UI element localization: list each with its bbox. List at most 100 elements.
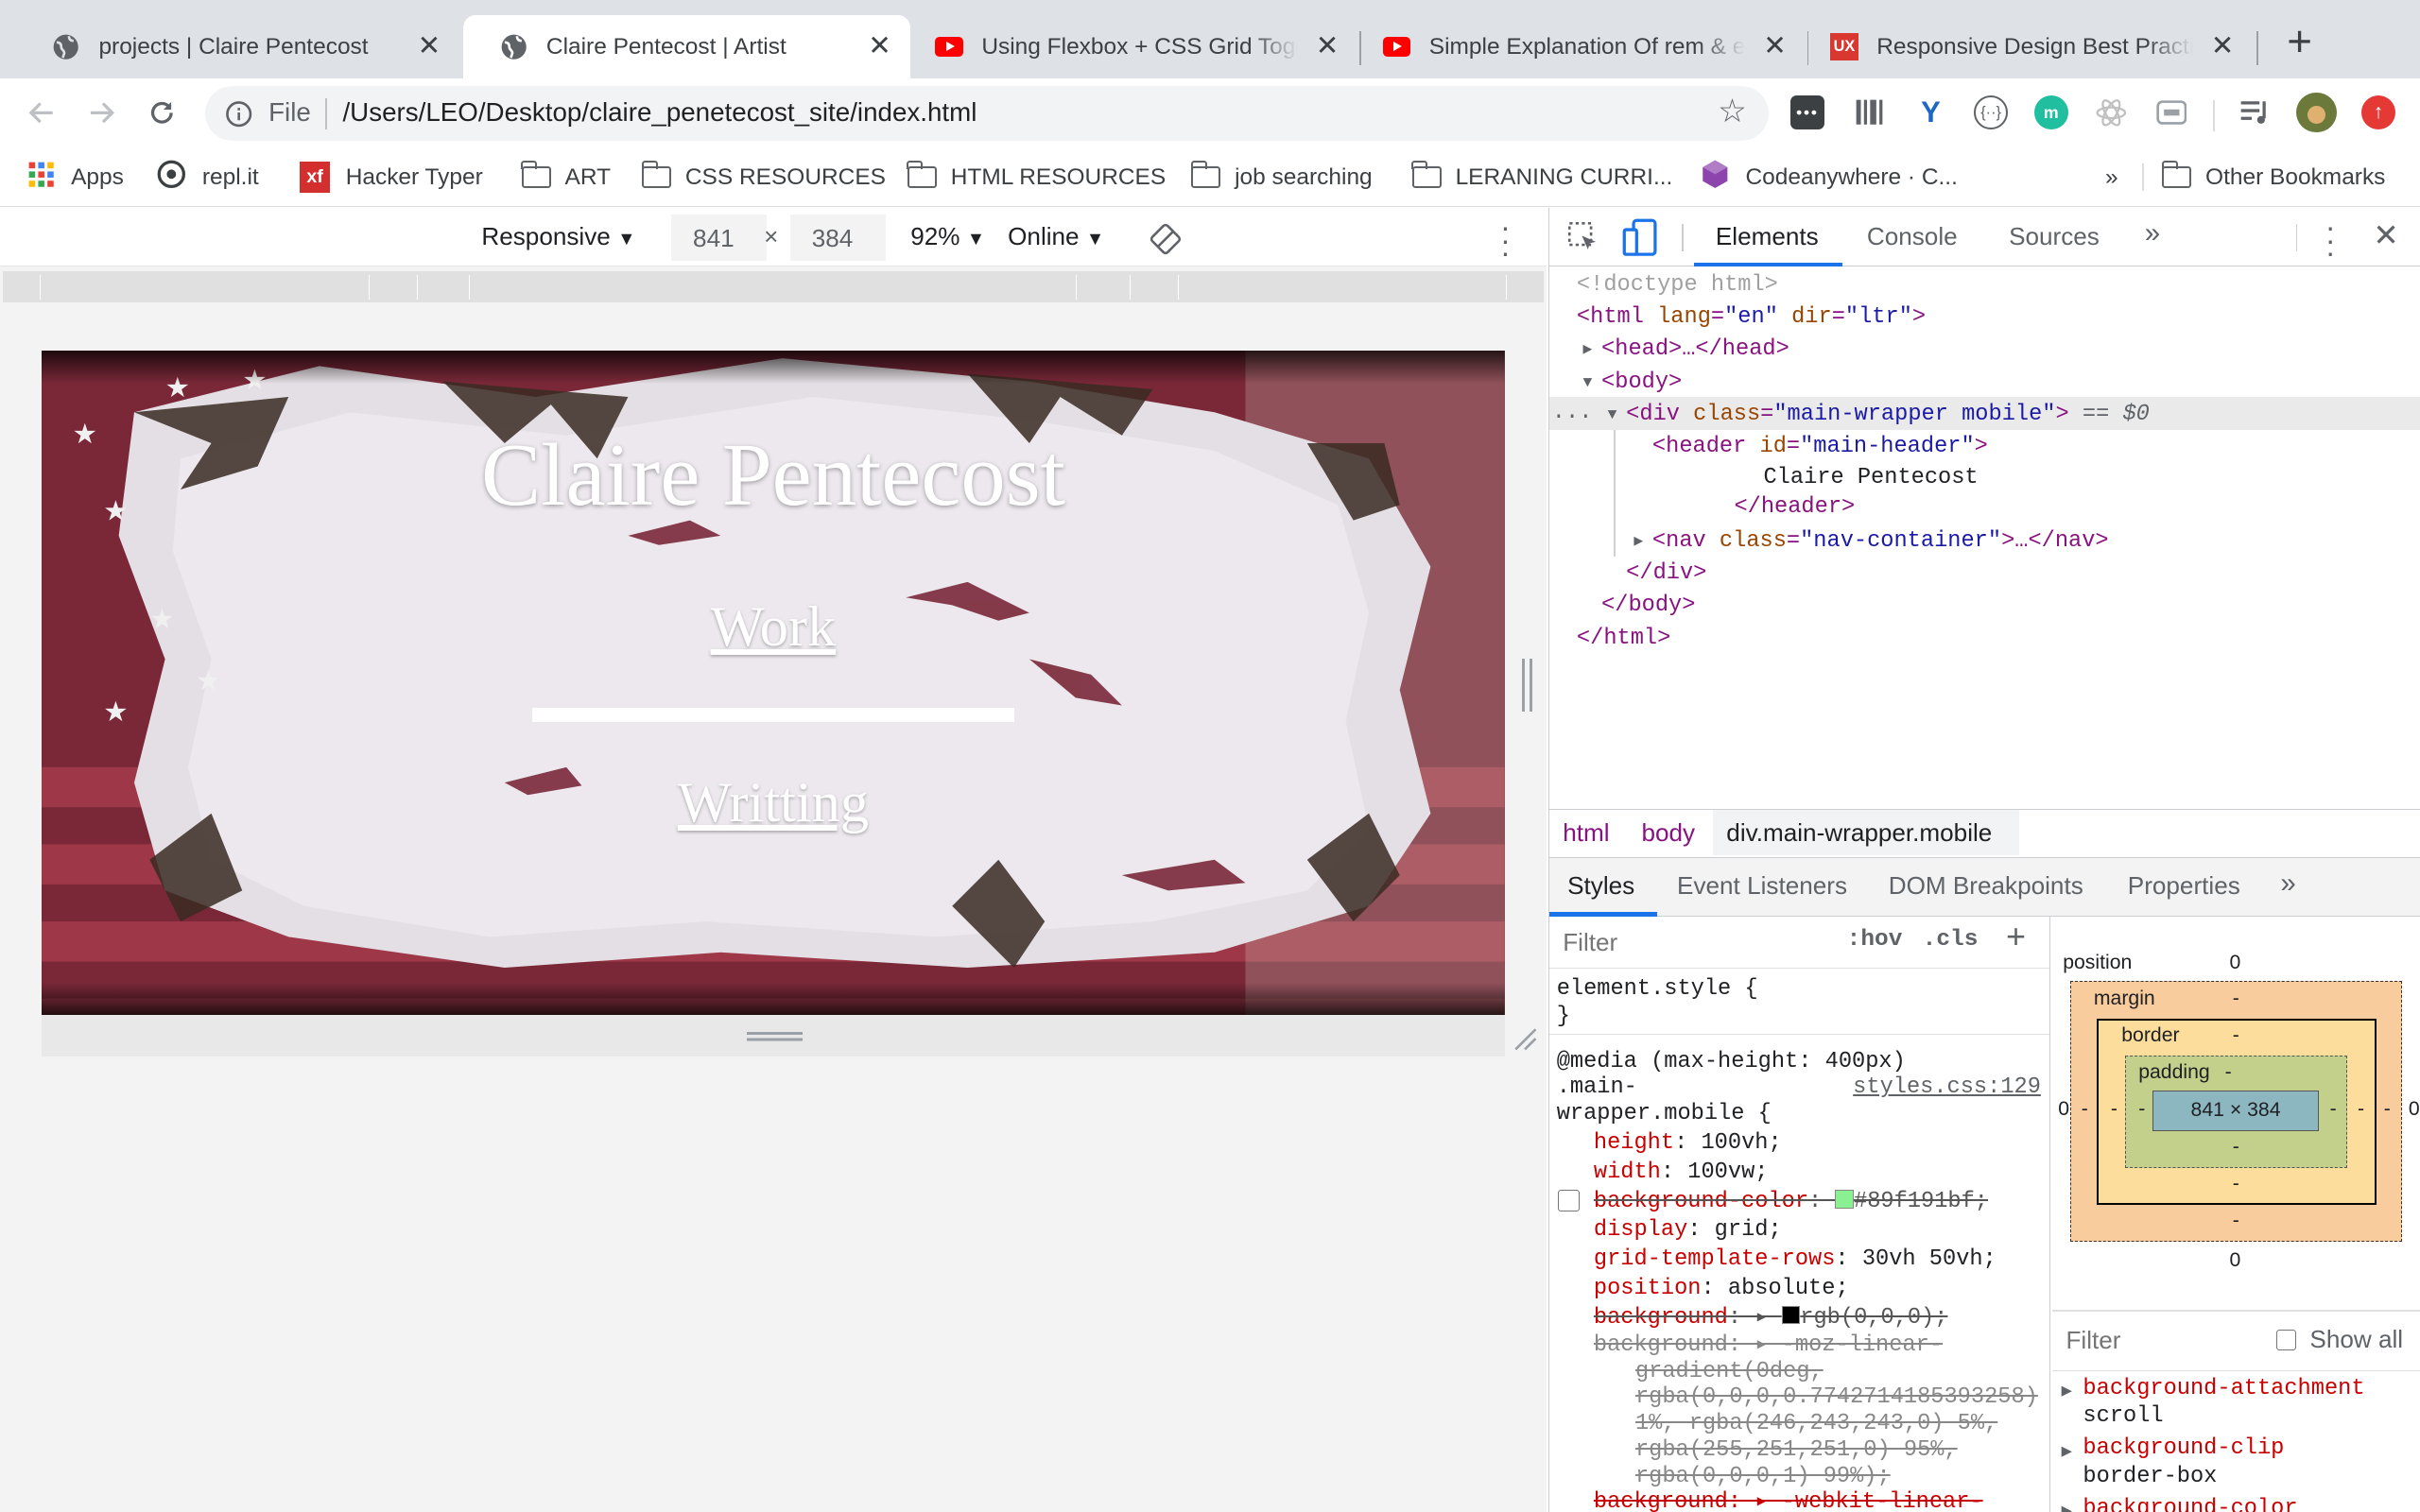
more-tabs-chevron-icon[interactable]: » xyxy=(2145,217,2160,249)
css-declaration[interactable]: width: 100vw; xyxy=(1594,1159,1769,1186)
back-arrow-icon[interactable] xyxy=(20,91,63,134)
width-resize-handle[interactable] xyxy=(1521,659,1533,712)
work-link[interactable]: Work xyxy=(42,594,1505,661)
css-declaration[interactable]: grid-template-rows: 30vh 50vh; xyxy=(1594,1246,1996,1273)
computed-filter-input[interactable] xyxy=(2055,1320,2256,1361)
address-bar[interactable]: File /Users/LEO/Desktop/claire_penetecos… xyxy=(205,86,1770,141)
color-swatch[interactable] xyxy=(1835,1190,1855,1209)
dom-header-open[interactable]: <header id="main-header"> xyxy=(1652,432,1988,463)
computed-prop[interactable]: background-clip xyxy=(2083,1435,2284,1462)
dom-body-open[interactable]: <body> xyxy=(1601,368,1682,399)
breadcrumb-html[interactable]: html xyxy=(1563,818,1609,848)
profile-avatar[interactable] xyxy=(2296,92,2337,133)
width-input[interactable]: 841 xyxy=(671,214,768,261)
tab-properties[interactable]: Properties xyxy=(2128,871,2240,901)
bookmarks-overflow-chevron-icon[interactable]: » xyxy=(2105,161,2118,195)
tab-projects[interactable]: projects | Claire Pentecost ✕ xyxy=(15,15,459,78)
expand-triangle-icon[interactable]: ▶ xyxy=(1582,335,1592,366)
tab-console[interactable]: Console xyxy=(1867,222,1958,251)
dom-nav[interactable]: <nav class="nav-container">…</nav> xyxy=(1652,526,2109,558)
tab-responsive-design[interactable]: UX Responsive Design Best Practices ✕ xyxy=(1793,15,2254,78)
more-vertical-icon[interactable]: · · · xyxy=(2325,212,2336,267)
new-rule-plus-icon[interactable]: + xyxy=(2006,919,2027,958)
collapse-triangle-icon[interactable]: ▼ xyxy=(1608,400,1617,431)
color-swatch[interactable] xyxy=(1781,1305,1801,1325)
tab-rem-em[interactable]: Simple Explanation Of rem & em ✕ xyxy=(1346,15,1806,78)
close-icon[interactable]: ✕ xyxy=(1759,30,1790,62)
breadcrumb-body[interactable]: body xyxy=(1642,818,1696,848)
hov-toggle[interactable]: :hov xyxy=(1847,927,1903,953)
inspect-element-icon[interactable] xyxy=(1566,220,1600,261)
media-queue-icon[interactable] xyxy=(2238,95,2272,129)
expand-triangle-icon[interactable]: ▶ xyxy=(2062,1498,2072,1512)
url-text[interactable]: /Users/LEO/Desktop/claire_penetecost_sit… xyxy=(342,97,977,128)
bookmark-art[interactable]: ART xyxy=(521,161,611,195)
tab-event-listeners[interactable]: Event Listeners xyxy=(1677,871,1847,901)
styles-filter-input[interactable] xyxy=(1551,922,1824,963)
network-select[interactable]: Online ▼ xyxy=(1008,222,1104,251)
expand-triangle-icon[interactable]: ▶ xyxy=(1634,526,1643,558)
bookmark-css-resources[interactable]: CSS RESOURCES xyxy=(641,161,886,195)
bookmark-learning-curriculum[interactable]: LERANING CURRI... xyxy=(1411,161,1672,195)
update-arrow-icon[interactable]: ↑ xyxy=(2360,95,2395,130)
style-source-link[interactable]: styles.css:129 xyxy=(1853,1074,2041,1101)
tab-elements[interactable]: Elements xyxy=(1716,222,1819,251)
tab-dom-breakpoints[interactable]: DOM Breakpoints xyxy=(1889,871,2083,901)
bookmark-job-searching[interactable]: job searching xyxy=(1190,161,1373,195)
rule-selector[interactable]: .main- xyxy=(1557,1074,1637,1101)
element-style-rule[interactable]: element.style { xyxy=(1557,975,1758,1003)
close-icon[interactable]: ✕ xyxy=(2207,30,2238,62)
tab-claire-pentecost[interactable]: Claire Pentecost | Artist ✕ xyxy=(462,15,911,79)
bookmark-star-icon[interactable]: ☆ xyxy=(1718,94,1747,129)
extension-m-icon[interactable]: m xyxy=(2033,95,2068,130)
box-content[interactable]: 841 × 384 xyxy=(2152,1091,2320,1131)
dom-head[interactable]: <head>…</head> xyxy=(1601,335,1789,366)
css-declaration[interactable]: background-color: #89f191bf; xyxy=(1594,1188,1988,1215)
show-all-checkbox[interactable] xyxy=(2275,1330,2296,1350)
extension-window-icon[interactable] xyxy=(2154,95,2188,129)
device-mode-select[interactable]: Responsive ▼ xyxy=(481,222,635,251)
close-devtools-icon[interactable]: ✕ xyxy=(2373,217,2398,253)
bookmark-replit[interactable]: repl.it xyxy=(156,160,259,195)
expand-triangle-icon[interactable]: ▶ xyxy=(2062,1438,2072,1466)
bookmark-html-resources[interactable]: HTML RESOURCES xyxy=(907,161,1166,195)
dom-header-text[interactable]: Claire Pentecost xyxy=(1763,463,1978,494)
css-declaration[interactable]: position: absolute; xyxy=(1594,1275,1849,1302)
computed-prop[interactable]: background-color xyxy=(2083,1495,2297,1512)
dom-html-open[interactable]: <html lang="en" dir="ltr"> xyxy=(1577,302,1926,334)
height-input[interactable]: 384 xyxy=(789,214,887,261)
tab-styles[interactable]: Styles xyxy=(1567,871,1634,901)
close-icon[interactable]: ✕ xyxy=(414,30,445,62)
extension-y-icon[interactable]: Y xyxy=(1913,95,1947,129)
bookmark-other[interactable]: Other Bookmarks xyxy=(2161,161,2385,195)
css-declaration[interactable]: background: ▸ rgb(0,0,0); xyxy=(1594,1304,1948,1332)
media-query-bar[interactable] xyxy=(3,271,1544,302)
bookmark-hacker-typer[interactable]: xf Hacker Typer xyxy=(299,161,483,195)
info-icon[interactable] xyxy=(225,100,252,134)
bookmark-codeanywhere[interactable]: Codeanywhere · C... xyxy=(1700,160,1958,195)
collapse-triangle-icon[interactable]: ▼ xyxy=(1582,368,1592,399)
declaration-checkbox[interactable] xyxy=(1558,1189,1581,1211)
more-tabs-chevron-icon[interactable]: » xyxy=(2280,868,2295,900)
zoom-select[interactable]: 92% ▼ xyxy=(910,222,985,251)
close-icon[interactable]: ✕ xyxy=(1312,30,1343,62)
new-tab-plus-icon[interactable]: + xyxy=(2278,19,2322,65)
reload-icon[interactable] xyxy=(141,91,184,134)
corner-resize-handle[interactable] xyxy=(1512,1026,1537,1057)
css-declaration[interactable]: height: 100vh; xyxy=(1594,1129,1782,1157)
css-declaration-gradient[interactable]: background: ▸ -moz-linear- xyxy=(1594,1332,1943,1359)
forward-arrow-icon[interactable] xyxy=(80,91,124,134)
css-declaration-gradient[interactable]: background: ▸ -webkit-linear- xyxy=(1594,1488,1983,1512)
tab-sources[interactable]: Sources xyxy=(2009,222,2100,251)
extension-dots-icon[interactable]: ••• xyxy=(1789,95,1824,130)
dom-div-main-wrapper[interactable]: <div class="main-wrapper mobile"> == $0 xyxy=(1626,400,2150,431)
cls-toggle[interactable]: .cls xyxy=(1923,927,1979,953)
breadcrumb-div-main-wrapper[interactable]: div.main-wrapper.mobile xyxy=(1726,818,1992,848)
rule-selector[interactable]: wrapper.mobile { xyxy=(1557,1100,1772,1127)
extension-code-icon[interactable]: {··} xyxy=(1974,95,2009,130)
expand-triangle-icon[interactable]: ▶ xyxy=(2062,1378,2072,1405)
tab-flexbox-grid[interactable]: Using Flexbox + CSS Grid Together ✕ xyxy=(898,15,1358,78)
computed-prop[interactable]: background-attachment xyxy=(2083,1375,2364,1402)
extension-react-icon[interactable] xyxy=(2095,95,2129,129)
writting-link[interactable]: Writting xyxy=(42,770,1505,836)
